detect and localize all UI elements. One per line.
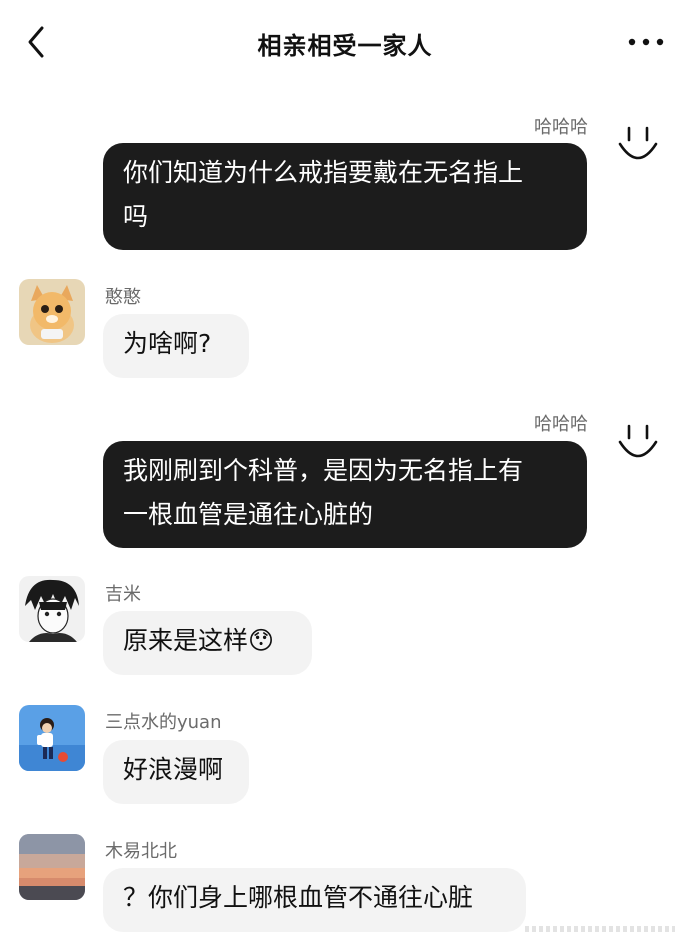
chat-title: 相亲相受一家人 <box>257 32 433 60</box>
chat-header: 相亲相受一家人 <box>0 0 690 88</box>
message-line: 好浪漫啊 <box>123 755 224 784</box>
avatar[interactable] <box>19 279 85 345</box>
message-line: ？你们身上哪根血管不通往心脏 <box>123 883 474 912</box>
scroll-indicator <box>525 916 675 942</box>
sender-name: 三点水的yuan <box>105 712 222 733</box>
avatar[interactable] <box>19 834 85 900</box>
sender-name: 木易北北 <box>105 841 177 862</box>
avatar[interactable] <box>19 705 85 771</box>
message-line: 为啥啊? <box>123 329 212 358</box>
message-bubble[interactable]: 原来是这样😯 <box>103 611 312 675</box>
message-bubble[interactable]: 好浪漫啊 <box>103 740 249 804</box>
sender-name: 哈哈哈 <box>534 117 588 138</box>
smiley-face-icon[interactable] <box>614 420 662 468</box>
message-bubble[interactable]: 我刚刷到个科普，是因为无名指上有 一根血管是通往心脏的 <box>103 441 587 548</box>
message-bubble[interactable]: 为啥啊? <box>103 314 249 378</box>
message-line: 吗 <box>123 202 149 231</box>
message-bubble[interactable]: ？你们身上哪根血管不通往心脏 <box>103 868 526 932</box>
message-line: 你们知道为什么戒指要戴在无名指上 <box>123 158 524 187</box>
sender-name: 吉米 <box>105 584 141 605</box>
sender-name: 憨憨 <box>105 287 141 308</box>
message-line: 我刚刷到个科普，是因为无名指上有 <box>123 456 524 485</box>
message-line: 原来是这样😯 <box>123 626 275 655</box>
message-bubble[interactable]: 你们知道为什么戒指要戴在无名指上 吗 <box>103 143 587 250</box>
smiley-face-icon[interactable] <box>614 122 662 170</box>
sender-name: 哈哈哈 <box>534 414 588 435</box>
message-line: 一根血管是通往心脏的 <box>123 500 374 529</box>
more-horizontal-icon <box>628 38 664 46</box>
more-options-button[interactable] <box>626 28 666 56</box>
avatar[interactable] <box>19 576 85 642</box>
